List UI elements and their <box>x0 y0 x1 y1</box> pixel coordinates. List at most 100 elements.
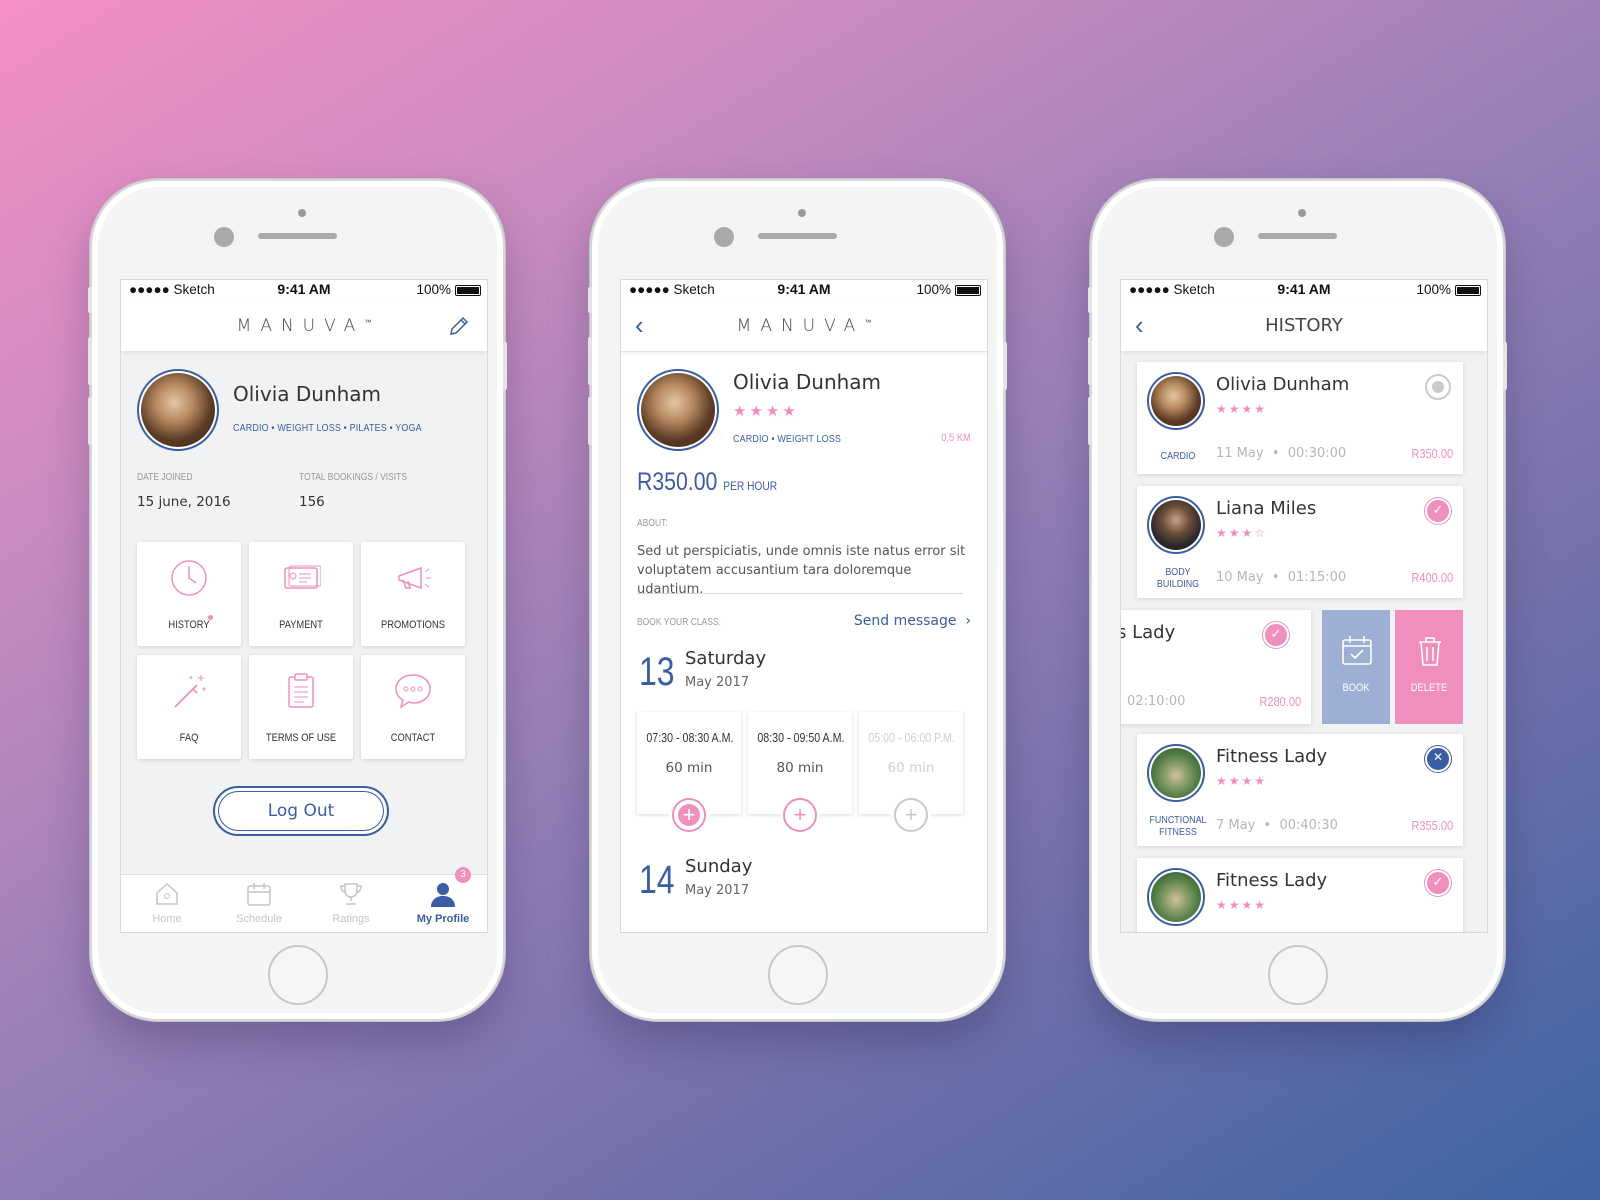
home-button[interactable] <box>268 945 328 1005</box>
divider <box>637 593 963 594</box>
pending-status-icon <box>1425 374 1451 400</box>
history-card[interactable]: Liana Miles ★★★☆ BODY BUILDING 10 May • … <box>1137 486 1463 598</box>
status-bar: ●●●●● Sketch 9:41 AM 100% <box>121 280 487 300</box>
time-slot-unavailable: 05:00 - 06:00 P.M. 60 min + <box>859 712 963 832</box>
trainer-name: Fitness Lady <box>1216 870 1328 891</box>
trainer-name: Olivia Dunham <box>1216 374 1350 395</box>
time-slot[interactable]: 08:30 - 09:50 A.M. 80 min + <box>748 712 852 832</box>
notification-dot <box>208 615 213 620</box>
price: R350.00 PER HOUR <box>637 468 778 496</box>
user-icon <box>431 883 455 907</box>
total-bookings-value: 156 <box>299 494 325 510</box>
rating-stars: ★★★★ <box>1216 774 1268 788</box>
tile-label: CONTACT <box>390 732 436 744</box>
avatar <box>1147 868 1205 926</box>
profile-tags: CARDIO • WEIGHT LOSS • PILATES • YOGA <box>233 422 422 434</box>
tab-home[interactable]: Home <box>121 875 213 932</box>
navbar: ‹ MANUVA™ <box>621 300 987 352</box>
book-action-button[interactable]: BOOK <box>1322 610 1390 724</box>
tab-bar: Home Schedule Ratings 3 My Profile <box>121 867 487 932</box>
trainer-name: s Lady <box>1120 622 1176 643</box>
date-joined-label: DATE JOINED <box>137 472 193 483</box>
time-slot[interactable]: 07:30 - 08:30 A.M. 60 min + <box>637 712 741 832</box>
completed-check-icon <box>1425 870 1451 896</box>
history-card[interactable]: Fitness Lady ★★★★ <box>1137 858 1463 932</box>
front-camera <box>1214 227 1234 247</box>
home-button[interactable] <box>768 945 828 1005</box>
battery-icon <box>955 285 981 296</box>
slot-duration: 60 min <box>887 760 935 776</box>
history-card[interactable]: Fitness Lady ★★★★ FUNCTIONAL FITNESS 7 M… <box>1137 734 1463 846</box>
phone-frame-profile: ●●●●● Sketch 9:41 AM 100% MANUVA™ Olivia… <box>88 181 507 1019</box>
tab-label: Ratings <box>332 913 370 925</box>
tile-history[interactable]: HISTORY <box>137 542 241 646</box>
add-slot-button[interactable]: + <box>672 798 706 832</box>
tile-label: PAYMENT <box>279 619 323 631</box>
home-button[interactable] <box>1268 945 1328 1005</box>
megaphone-icon <box>398 566 431 590</box>
history-screen: ●●●●● Sketch 9:41 AM 100% ‹ HISTORY Oliv… <box>1120 279 1488 933</box>
home-icon <box>156 882 178 905</box>
clipboard-icon <box>288 673 314 708</box>
tile-label: FAQ <box>179 732 199 744</box>
tab-ratings[interactable]: Ratings <box>305 875 397 932</box>
calendar-check-icon <box>1342 636 1372 665</box>
card-icon <box>284 565 321 589</box>
pencil-icon[interactable] <box>447 314 471 338</box>
front-camera <box>214 227 234 247</box>
tile-label: HISTORY <box>168 619 210 631</box>
logout-label: Log Out <box>267 801 335 821</box>
logout-button[interactable]: Log Out <box>213 786 389 836</box>
delete-action-button[interactable]: DELETE <box>1395 610 1463 724</box>
history-card[interactable]: Olivia Dunham ★★★★ CARDIO 11 May • 00:30… <box>1137 362 1463 474</box>
chat-bubble-icon <box>395 674 431 709</box>
trash-icon <box>1419 637 1441 666</box>
navbar: MANUVA™ <box>121 300 487 352</box>
action-label: DELETE <box>1410 682 1448 694</box>
history-card-swiped[interactable]: s Lady 02:10:00 R280.00 <box>1120 610 1311 724</box>
action-label: BOOK <box>1342 682 1370 694</box>
session-duration: 02:10:00 <box>1127 694 1186 709</box>
slot-time: 05:00 - 06:00 P.M. <box>868 730 955 745</box>
slot-time: 07:30 - 08:30 A.M. <box>646 730 734 745</box>
navbar: ‹ HISTORY <box>1121 300 1487 352</box>
add-slot-button[interactable]: + <box>783 798 817 832</box>
cancelled-x-icon <box>1425 746 1451 772</box>
app-logo: MANUVA™ <box>736 316 872 336</box>
battery-percent: 100% <box>916 282 951 297</box>
send-message-link[interactable]: Send message › <box>854 613 971 629</box>
slot-duration: 60 min <box>665 760 713 776</box>
category-label: FUNCTIONAL FITNESS <box>1149 814 1207 838</box>
add-slot-button: + <box>894 798 928 832</box>
profile-screen: ●●●●● Sketch 9:41 AM 100% MANUVA™ Olivia… <box>120 279 488 933</box>
tile-label: PROMOTIONS <box>381 619 445 631</box>
day-month: May 2017 <box>685 675 750 690</box>
tile-terms[interactable]: TERMS OF USE <box>249 655 353 759</box>
tab-my-profile[interactable]: 3 My Profile <box>397 867 487 932</box>
rating-stars: ★★★★ <box>1216 898 1268 912</box>
trainer-name: Liana Miles <box>1216 498 1317 519</box>
tile-faq[interactable]: FAQ <box>137 655 241 759</box>
battery-icon <box>455 285 481 296</box>
about-text: Sed ut perspiciatis, unde omnis iste nat… <box>637 544 966 597</box>
completed-check-icon <box>1425 498 1451 524</box>
tile-payment[interactable]: PAYMENT <box>249 542 353 646</box>
avatar <box>137 369 219 451</box>
speaker <box>258 233 337 239</box>
battery-icon <box>1455 285 1481 296</box>
category-label: BODY BUILDING <box>1156 566 1200 590</box>
completed-check-icon <box>1263 622 1289 648</box>
day-name: Saturday <box>685 648 767 669</box>
total-bookings-label: TOTAL BOOKINGS / VISITS <box>299 472 408 483</box>
day-number: 14 <box>639 858 675 902</box>
session-info: 7 May • 00:40:30 <box>1216 818 1338 833</box>
tile-contact[interactable]: CONTACT <box>361 655 465 759</box>
avatar <box>1147 372 1205 430</box>
avatar <box>1147 744 1205 802</box>
tab-schedule[interactable]: Schedule <box>213 875 305 932</box>
rating-stars: ★★★★ <box>1216 402 1268 416</box>
day-name: Sunday <box>685 856 753 877</box>
front-camera <box>714 227 734 247</box>
tab-label: My Profile <box>416 913 470 925</box>
tile-promotions[interactable]: PROMOTIONS <box>361 542 465 646</box>
